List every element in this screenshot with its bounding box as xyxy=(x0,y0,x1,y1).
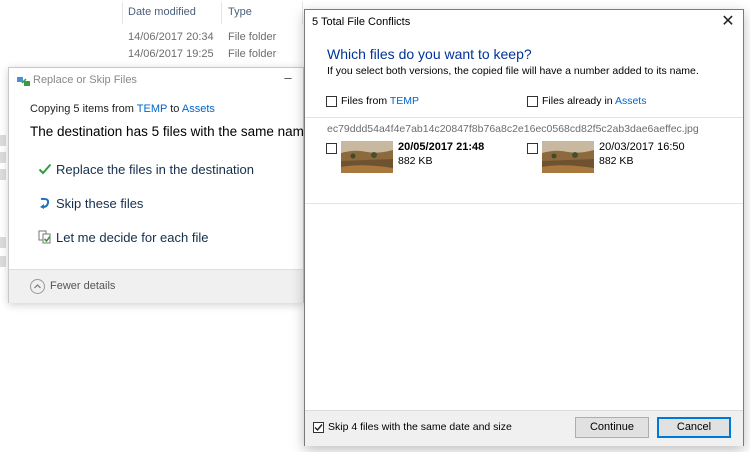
keep-files-heading: Which files do you want to keep? xyxy=(327,46,532,62)
column-header-type[interactable]: Type xyxy=(228,6,252,18)
copying-status: Copying 5 items from TEMP to Assets xyxy=(30,103,215,115)
select-all-existing-checkbox[interactable] xyxy=(527,96,538,107)
conflicts-dialog-titlebar[interactable]: 5 Total File Conflicts ✕ xyxy=(305,10,743,34)
row-type: File folder xyxy=(228,31,277,43)
existing-column-label: Files already in Assets xyxy=(542,95,646,107)
collapse-details-button[interactable] xyxy=(30,279,45,294)
keep-files-instructions: If you select both versions, the copied … xyxy=(327,65,699,77)
conflicts-dialog-title: 5 Total File Conflicts xyxy=(312,16,411,28)
obscured-list-fragment xyxy=(0,256,6,267)
replace-dialog-title: Replace or Skip Files xyxy=(33,74,137,86)
source-folder-link[interactable]: TEMP xyxy=(390,95,419,107)
existing-file-size: 882 KB xyxy=(599,155,634,167)
source-file-size: 882 KB xyxy=(398,155,433,167)
existing-file-entry[interactable]: 20/03/2017 16:50 882 KB xyxy=(527,141,707,173)
source-file-date: 20/05/2017 21:48 xyxy=(398,141,485,153)
keep-source-file-checkbox[interactable] xyxy=(326,143,337,154)
conflicts-dialog-footer: Skip 4 files with the same date and size… xyxy=(305,410,743,446)
column-separator xyxy=(302,2,303,24)
existing-column-prefix: Files already in xyxy=(542,95,613,107)
file-conflicts-dialog: 5 Total File Conflicts ✕ Which files do … xyxy=(304,9,744,446)
replace-files-option[interactable]: Replace the files in the destination xyxy=(38,161,296,181)
column-header-date-modified[interactable]: Date modified xyxy=(128,6,196,18)
skip-same-files-label[interactable]: Skip 4 files with the same date and size xyxy=(328,421,512,433)
destination-message: The destination has 5 files with the sam… xyxy=(30,124,319,139)
obscured-list-fragment xyxy=(0,169,6,180)
skip-same-files-checkbox[interactable] xyxy=(313,422,324,433)
copying-prefix: Copying 5 items from xyxy=(30,103,134,115)
column-separator xyxy=(122,2,123,24)
row-date: 14/06/2017 20:34 xyxy=(128,31,214,43)
obscured-list-fragment xyxy=(0,135,6,146)
to-word: to xyxy=(170,103,180,115)
replace-files-label: Replace the files in the destination xyxy=(56,162,255,177)
obscured-list-fragment xyxy=(0,152,6,163)
conflict-file-name: ec79ddd54a4f4e7ab14c20847f8b76a8c2e16ec0… xyxy=(327,123,699,135)
row-date: 14/06/2017 19:25 xyxy=(128,48,214,60)
chevron-up-icon xyxy=(34,284,41,289)
destination-folder-link[interactable]: Assets xyxy=(182,103,215,115)
replace-dialog-titlebar[interactable]: Replace or Skip Files – xyxy=(9,68,303,94)
row-type: File folder xyxy=(228,48,277,60)
decide-files-icon xyxy=(38,230,51,244)
existing-file-date: 20/03/2017 16:50 xyxy=(599,141,685,153)
destination-folder-link[interactable]: Assets xyxy=(615,95,647,107)
divider xyxy=(305,203,743,204)
decide-each-file-option[interactable]: Let me decide for each file xyxy=(38,229,296,249)
cancel-button[interactable]: Cancel xyxy=(657,417,731,438)
close-button[interactable]: ✕ xyxy=(717,12,739,32)
replace-dialog-footer: Fewer details xyxy=(9,269,303,303)
fewer-details-link[interactable]: Fewer details xyxy=(50,280,115,292)
source-file-entry[interactable]: 20/05/2017 21:48 882 KB xyxy=(326,141,506,173)
column-separator xyxy=(221,2,222,24)
continue-button[interactable]: Continue xyxy=(575,417,649,438)
skip-arrow-icon xyxy=(40,197,50,209)
landscape-thumbnail-image xyxy=(341,141,393,173)
select-all-source-checkbox[interactable] xyxy=(326,96,337,107)
skip-files-option[interactable]: Skip these files xyxy=(38,195,296,215)
obscured-list-fragment xyxy=(0,237,6,248)
replace-or-skip-dialog: Replace or Skip Files – Copying 5 items … xyxy=(8,67,318,303)
checkmark-icon xyxy=(38,163,52,175)
decide-each-file-label: Let me decide for each file xyxy=(56,230,209,245)
keep-existing-file-checkbox[interactable] xyxy=(527,143,538,154)
landscape-thumbnail-image xyxy=(542,141,594,173)
divider xyxy=(305,117,743,118)
source-column-label: Files from TEMP xyxy=(341,95,419,107)
source-column-prefix: Files from xyxy=(341,95,388,107)
minimize-button[interactable]: – xyxy=(279,71,297,88)
skip-files-label: Skip these files xyxy=(56,196,144,211)
checkbox-checkmark-icon xyxy=(314,424,323,432)
copy-files-icon xyxy=(17,77,30,86)
source-folder-link[interactable]: TEMP xyxy=(137,103,167,115)
